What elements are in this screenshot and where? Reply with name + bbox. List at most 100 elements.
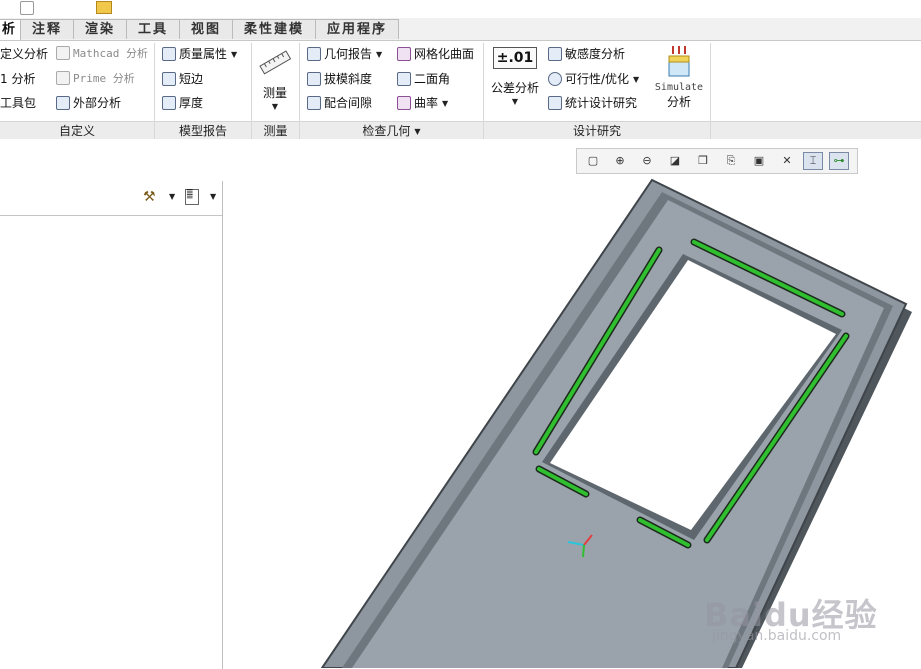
define-analysis-button[interactable]: 定义分析 — [0, 44, 48, 64]
tab-applications[interactable]: 应用程序 — [315, 19, 399, 39]
external-analysis-button[interactable]: 外部分析 — [56, 93, 121, 113]
dihedral-angle-button[interactable]: 二面角 — [397, 69, 450, 89]
curvature-icon — [397, 96, 411, 110]
ribbon-label-filler — [711, 121, 921, 140]
folder-icon[interactable] — [96, 1, 112, 14]
mathcad-analysis-button[interactable]: Mathcad 分析 — [56, 44, 148, 64]
model-tree-panel — [0, 181, 223, 669]
mass-properties-icon — [162, 47, 176, 61]
simulate-icon — [668, 46, 690, 77]
mesh-surface-icon — [397, 47, 411, 61]
chevron-down-icon[interactable]: ▼ — [487, 95, 543, 109]
clearance-icon — [307, 96, 321, 110]
chevron-down-icon[interactable]: ▼ — [633, 75, 639, 84]
mass-properties-button[interactable]: 质量属性 ▼ — [162, 44, 237, 64]
thickness-label: 厚度 — [179, 96, 204, 110]
mathcad-icon — [56, 46, 70, 60]
tolerance-icon: ±.01 — [492, 47, 538, 69]
analysis-1-label: 1 分析 — [0, 72, 36, 86]
refit-icon[interactable]: ▢ — [583, 152, 603, 170]
group-label-design-study: 设计研究 — [484, 121, 710, 140]
feasibility-icon — [548, 72, 562, 86]
feasibility-optimization-button[interactable]: 可行性/优化 ▼ — [548, 69, 639, 89]
watermark-url: jingyan.baidu.com — [712, 628, 842, 644]
annotation-display-icon[interactable]: ⌶ — [803, 152, 823, 170]
zoom-in-icon[interactable]: ⊕ — [610, 152, 630, 170]
settings-icon[interactable]: ⚒ — [143, 189, 159, 205]
analysis-1-button[interactable]: 1 分析 — [0, 69, 35, 89]
chevron-down-icon[interactable]: ▼ — [376, 50, 382, 59]
repaint-icon[interactable]: ◪ — [665, 152, 685, 170]
prime-label: Prime 分析 — [73, 72, 135, 85]
draft-button[interactable]: 拔模斜度 — [307, 69, 372, 89]
draft-label: 拔模斜度 — [324, 72, 373, 86]
show-list-icon[interactable]: ≡ ≡ — [185, 188, 199, 205]
dihedral-angle-icon — [397, 72, 411, 86]
prime-analysis-button[interactable]: Prime 分析 — [56, 69, 135, 89]
short-edge-icon — [162, 72, 176, 86]
tab-annotate[interactable]: 注释 — [20, 19, 74, 39]
chevron-down-icon[interactable]: ▼ — [169, 192, 175, 201]
quick-access-icon[interactable] — [20, 1, 34, 15]
geometry-report-button[interactable]: 几何报告 ▼ — [307, 44, 382, 64]
chevron-down-icon[interactable]: ▼ — [442, 99, 448, 108]
statistical-study-label: 统计设计研究 — [565, 96, 638, 110]
mathcad-label: Mathcad 分析 — [73, 47, 148, 60]
ribbon: 定义分析 1 分析 工具包 自定义 Mathcad 分析 Prime 分析 外部… — [0, 40, 921, 140]
feasibility-label: 可行性/优化 — [565, 72, 630, 86]
spin-center-icon[interactable]: ⊶ — [829, 152, 849, 170]
chevron-down-icon[interactable]: ▼ — [414, 127, 420, 136]
measure-label: 测量 — [262, 86, 287, 100]
view-manager-icon[interactable]: ▣ — [749, 152, 769, 170]
thickness-icon — [162, 96, 176, 110]
mesh-surface-button[interactable]: 网格化曲面 — [397, 44, 474, 64]
chevron-down-icon[interactable]: ▼ — [210, 192, 216, 201]
curvature-button[interactable]: 曲率 ▼ — [397, 93, 448, 113]
graphics-toolbar: ▢ ⊕ ⊖ ◪ ❒ ⎘ ▣ ✕ ⌶ ⊶ — [576, 148, 858, 174]
geometry-report-icon — [307, 47, 321, 61]
statistical-study-icon — [548, 96, 562, 110]
inspect-geometry-label: 检查几何 — [362, 124, 411, 138]
ribbon-tabs: 析 注释 渲染 工具 视图 柔性建模 应用程序 — [0, 18, 921, 41]
datum-display-icon[interactable]: ✕ — [777, 152, 797, 170]
simulate-analysis-button[interactable]: Simulate 分析 — [652, 44, 706, 109]
tab-render[interactable]: 渲染 — [73, 19, 127, 39]
saved-orientations-icon[interactable]: ⎘ — [721, 152, 741, 170]
simulate-analysis-label: 分析 — [666, 95, 691, 109]
toolkit-button[interactable]: 工具包 — [0, 93, 36, 113]
short-edge-button[interactable]: 短边 — [162, 69, 203, 89]
thickness-button[interactable]: 厚度 — [162, 93, 203, 113]
short-edge-label: 短边 — [179, 72, 204, 86]
tab-tools[interactable]: 工具 — [126, 19, 180, 39]
tab-flexible-modeling[interactable]: 柔性建模 — [232, 19, 316, 39]
title-strip — [0, 0, 921, 19]
geometry-report-label: 几何报告 — [324, 47, 373, 61]
prime-icon — [56, 71, 70, 85]
tab-view[interactable]: 视图 — [179, 19, 233, 39]
group-label-measure: 测量 — [252, 121, 299, 140]
chevron-down-icon[interactable]: ▼ — [254, 100, 296, 114]
curvature-label: 曲率 — [414, 96, 439, 110]
measure-button[interactable]: 测量 ▼ — [254, 47, 296, 114]
tolerance-analysis-button[interactable]: ±.01 公差分析 ▼ — [487, 47, 543, 109]
external-analysis-icon — [56, 96, 70, 110]
tolerance-analysis-label: 公差分析 — [490, 81, 539, 95]
sensitivity-label: 敏感度分析 — [565, 47, 626, 61]
define-analysis-label: 定义分析 — [0, 47, 49, 61]
sensitivity-analysis-button[interactable]: 敏感度分析 — [548, 44, 625, 64]
model-tree-toolbar: ⚒ ▼ ≡ ≡ ▼ — [0, 181, 222, 216]
chevron-down-icon[interactable]: ▼ — [231, 50, 237, 59]
tab-analysis[interactable]: 析 — [0, 19, 21, 41]
display-style-icon[interactable]: ❒ — [693, 152, 713, 170]
sensitivity-icon — [548, 47, 562, 61]
zoom-out-icon[interactable]: ⊖ — [637, 152, 657, 170]
simulate-label: Simulate — [654, 82, 704, 93]
statistical-design-study-button[interactable]: 统计设计研究 — [548, 93, 637, 113]
mating-clearance-label: 配合间隙 — [324, 96, 373, 110]
ruler-icon — [259, 50, 292, 75]
group-label-model-report: 模型报告 — [155, 121, 251, 140]
mesh-surface-label: 网格化曲面 — [414, 47, 475, 61]
group-label-inspect-geometry[interactable]: 检查几何 ▼ — [300, 121, 483, 140]
mating-clearance-button[interactable]: 配合间隙 — [307, 93, 372, 113]
dihedral-angle-label: 二面角 — [414, 72, 451, 86]
